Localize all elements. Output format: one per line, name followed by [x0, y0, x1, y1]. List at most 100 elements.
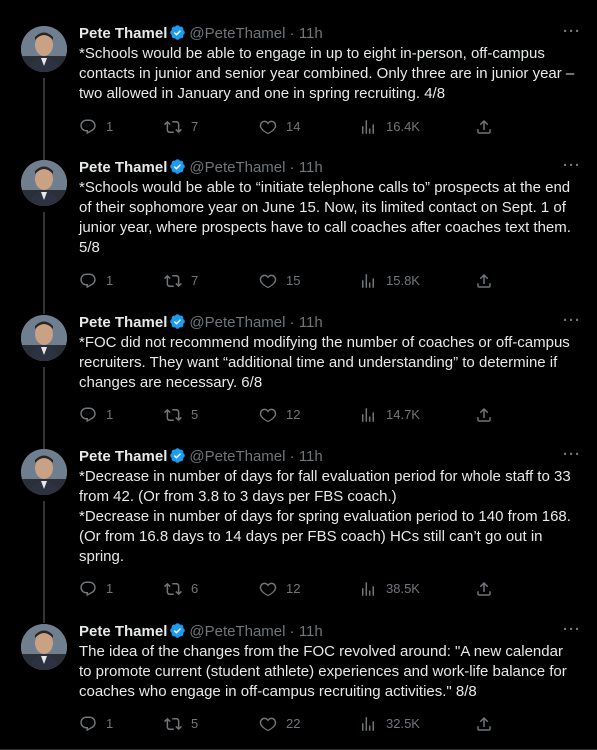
share-button[interactable] [475, 714, 493, 734]
more-icon[interactable]: ··· [563, 446, 581, 463]
reply-button[interactable]: 1 [79, 117, 113, 137]
more-icon[interactable]: ··· [563, 312, 581, 329]
share-button[interactable] [475, 579, 493, 599]
retweet-button[interactable]: 7 [164, 117, 198, 137]
like-button[interactable]: 12 [259, 579, 300, 599]
tweet-actions: 1 6 12 38.5K [79, 579, 499, 599]
like-button[interactable]: 22 [259, 714, 300, 734]
avatar[interactable] [21, 26, 67, 72]
verified-badge-icon [170, 448, 186, 463]
heart-icon [259, 274, 277, 289]
author-name[interactable]: Pete Thamel [79, 25, 167, 42]
tweet[interactable]: Pete Thamel @PeteThamel · 11h ··· *School… [0, 23, 597, 160]
heart-icon [259, 408, 277, 423]
tweet[interactable]: Pete Thamel @PeteThamel · 11h ··· *School… [0, 157, 597, 314]
analytics-icon [362, 274, 374, 288]
author-name[interactable]: Pete Thamel [79, 623, 167, 640]
author-name[interactable]: Pete Thamel [79, 159, 167, 176]
retweet-button[interactable]: 5 [164, 405, 198, 425]
tweet-actions: 1 5 12 14.7K [79, 405, 499, 425]
share-icon [477, 273, 491, 288]
avatar[interactable] [21, 624, 67, 670]
timestamp[interactable]: 11h [299, 159, 323, 176]
views-button[interactable]: 32.5K [359, 714, 420, 734]
author-handle[interactable]: @PeteThamel [189, 448, 285, 465]
reply-icon [80, 407, 96, 423]
views-button[interactable]: 38.5K [359, 579, 420, 599]
reply-button[interactable]: 1 [79, 579, 113, 599]
thread-line [43, 78, 45, 160]
analytics-icon [362, 120, 374, 134]
tweet[interactable]: Pete Thamel @PeteThamel · 11h ··· The ide… [0, 621, 597, 750]
retweet-icon [164, 120, 182, 134]
author-handle[interactable]: @PeteThamel [189, 159, 285, 176]
views-count: 14.7K [386, 407, 420, 422]
heart-icon [259, 120, 277, 135]
like-button[interactable]: 14 [259, 117, 300, 137]
author-name[interactable]: Pete Thamel [79, 314, 167, 331]
reply-icon [80, 273, 96, 289]
timestamp[interactable]: 11h [299, 25, 323, 42]
analytics-icon [362, 582, 374, 596]
heart-icon [259, 717, 277, 732]
retweet-button[interactable]: 7 [164, 271, 198, 291]
more-icon[interactable]: ··· [563, 157, 581, 174]
tweet-header: Pete Thamel @PeteThamel · 11h [79, 25, 323, 42]
like-count: 14 [286, 119, 301, 134]
reply-icon [80, 581, 96, 597]
retweet-icon [164, 717, 182, 731]
views-button[interactable]: 16.4K [359, 117, 420, 137]
tweet-header: Pete Thamel @PeteThamel · 11h [79, 623, 323, 640]
retweet-count: 7 [191, 119, 199, 134]
timestamp[interactable]: 11h [299, 448, 323, 465]
tweet-actions: 1 7 15 15.8K [79, 271, 499, 291]
timestamp[interactable]: 11h [299, 623, 323, 640]
retweet-icon [164, 408, 182, 422]
tweet-thread: Pete Thamel @PeteThamel · 11h ··· *School… [0, 0, 597, 750]
author-handle[interactable]: @PeteThamel [189, 314, 285, 331]
thread-line [43, 212, 45, 314]
timestamp[interactable]: 11h [299, 314, 323, 331]
reply-button[interactable]: 1 [79, 271, 113, 291]
share-button[interactable] [475, 271, 493, 291]
reply-button[interactable]: 1 [79, 714, 113, 734]
like-count: 12 [286, 407, 301, 422]
author-name[interactable]: Pete Thamel [79, 448, 167, 465]
share-button[interactable] [475, 405, 493, 425]
retweet-button[interactable]: 5 [164, 714, 198, 734]
tweet-header: Pete Thamel @PeteThamel · 11h [79, 159, 323, 176]
tweet[interactable]: Pete Thamel @PeteThamel · 11h ··· *Decrea… [0, 446, 597, 623]
views-count: 15.8K [386, 273, 420, 288]
views-button[interactable]: 14.7K [359, 405, 420, 425]
reply-icon [80, 716, 96, 732]
reply-button[interactable]: 1 [79, 405, 113, 425]
tweet-header: Pete Thamel @PeteThamel · 11h [79, 448, 323, 465]
author-handle[interactable]: @PeteThamel [189, 25, 285, 42]
retweet-button[interactable]: 6 [164, 579, 198, 599]
tweet[interactable]: Pete Thamel @PeteThamel · 11h ··· *FOC di… [0, 312, 597, 449]
like-button[interactable]: 15 [259, 271, 300, 291]
tweet-text: The idea of the changes from the FOC rev… [79, 643, 567, 700]
tweet-actions: 1 5 22 32.5K [79, 714, 499, 734]
share-icon [477, 407, 491, 422]
views-count: 38.5K [386, 581, 420, 596]
like-count: 12 [286, 581, 301, 596]
author-handle[interactable]: @PeteThamel [189, 623, 285, 640]
heart-icon [259, 582, 277, 597]
thread-line [43, 367, 45, 449]
tweet-text-paragraph: *Decrease in number of days for spring e… [79, 508, 571, 565]
tweet-actions: 1 7 14 16.4K [79, 117, 499, 137]
share-button[interactable] [475, 117, 493, 137]
avatar[interactable] [21, 315, 67, 361]
more-icon[interactable]: ··· [563, 621, 581, 638]
verified-badge-icon [170, 314, 186, 329]
retweet-icon [164, 582, 182, 596]
more-icon[interactable]: ··· [563, 23, 581, 40]
avatar[interactable] [21, 160, 67, 206]
retweet-count: 6 [191, 581, 199, 596]
like-button[interactable]: 12 [259, 405, 300, 425]
tweet-header: Pete Thamel @PeteThamel · 11h [79, 314, 323, 331]
avatar[interactable] [21, 449, 67, 495]
reply-count: 1 [106, 407, 114, 422]
views-button[interactable]: 15.8K [359, 271, 420, 291]
